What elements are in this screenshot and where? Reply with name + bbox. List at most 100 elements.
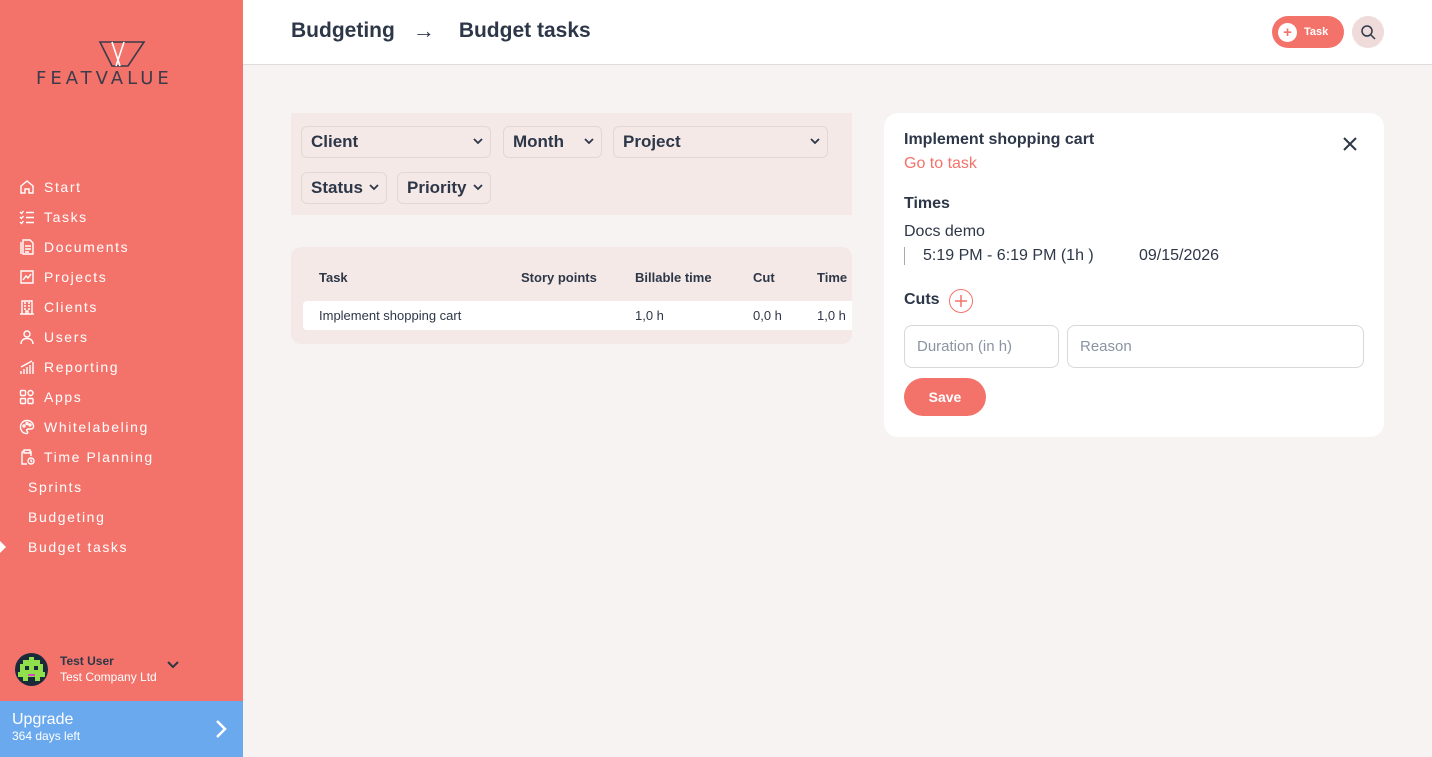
apps-icon xyxy=(18,388,36,406)
add-cut-button[interactable] xyxy=(949,289,973,313)
cell-cut: 0,0 h xyxy=(753,308,782,323)
sidebar: FEATVALUE Start Tasks Documents Projects… xyxy=(0,0,243,757)
logo-text: FEATVALUE xyxy=(36,68,173,89)
sidebar-item-time-planning[interactable]: Time Planning xyxy=(0,442,243,472)
cell-time: 1,0 h xyxy=(817,308,846,323)
cell-billable-time: 1,0 h xyxy=(635,308,664,323)
documents-icon xyxy=(18,238,36,256)
sidebar-item-label: Tasks xyxy=(44,209,88,225)
sidebar-item-apps[interactable]: Apps xyxy=(0,382,243,412)
sidebar-item-clients[interactable]: Clients xyxy=(0,292,243,322)
column-header-billable-time[interactable]: Billable time xyxy=(635,270,712,285)
tasks-icon xyxy=(18,208,36,226)
save-button[interactable]: Save xyxy=(904,378,986,416)
sidebar-item-documents[interactable]: Documents xyxy=(0,232,243,262)
close-icon[interactable] xyxy=(1342,136,1358,157)
sidebar-subitem-sprints[interactable]: Sprints xyxy=(0,472,243,502)
cell-task: Implement shopping cart xyxy=(319,308,462,323)
search-button[interactable] xyxy=(1352,16,1384,48)
home-icon xyxy=(18,178,36,196)
user-name: Test User xyxy=(60,654,114,668)
client-select-value: Client xyxy=(311,132,359,151)
client-select[interactable]: Client xyxy=(301,126,491,158)
sidebar-item-label: Apps xyxy=(44,389,83,405)
user-menu[interactable]: Test User Test Company Ltd xyxy=(15,651,230,687)
sidebar-item-tasks[interactable]: Tasks xyxy=(0,202,243,232)
project-select-value: Project xyxy=(623,132,681,151)
chevron-down-icon xyxy=(473,184,483,191)
projects-icon xyxy=(18,268,36,286)
logo-mark-icon xyxy=(98,41,146,67)
table-row[interactable]: Implement shopping cart 1,0 h 0,0 h 1,0 … xyxy=(303,301,852,330)
column-header-task[interactable]: Task xyxy=(319,270,348,285)
sidebar-item-label: Budget tasks xyxy=(28,539,129,555)
clipboard-clock-icon xyxy=(18,448,36,466)
breadcrumb-budgeting[interactable]: Budgeting xyxy=(291,19,395,43)
chevron-down-icon[interactable] xyxy=(167,656,179,674)
sidebar-subitem-budget-tasks[interactable]: Budget tasks xyxy=(0,532,243,562)
sidebar-item-reporting[interactable]: Reporting xyxy=(0,352,243,382)
priority-select[interactable]: Priority xyxy=(397,172,491,204)
sidebar-item-label: Time Planning xyxy=(44,449,154,465)
sidebar-item-projects[interactable]: Projects xyxy=(0,262,243,292)
sidebar-item-whitelabeling[interactable]: Whitelabeling xyxy=(0,412,243,442)
budget-tasks-table: Task Story points Billable time Cut Time… xyxy=(291,247,852,344)
sidebar-item-label: Clients xyxy=(44,299,98,315)
sidebar-item-start[interactable]: Start xyxy=(0,172,243,202)
time-entry-date: 09/15/2026 xyxy=(1139,247,1220,264)
breadcrumb-budget-tasks: Budget tasks xyxy=(458,19,591,42)
top-header: Budgeting → Budget tasks + Task xyxy=(243,0,1432,65)
month-select[interactable]: Month xyxy=(503,126,602,158)
sidebar-item-label: Projects xyxy=(44,269,108,285)
palette-icon xyxy=(18,418,36,436)
upgrade-days-left: 364 days left xyxy=(12,729,81,743)
sidebar-item-label: Reporting xyxy=(44,359,120,375)
go-to-task-link[interactable]: Go to task xyxy=(904,155,977,173)
task-detail-panel: Implement shopping cart Go to task Times… xyxy=(884,113,1384,437)
add-task-label: Task xyxy=(1304,26,1329,38)
chevron-down-icon xyxy=(584,138,594,145)
upgrade-title: Upgrade xyxy=(12,711,74,728)
search-icon xyxy=(1361,25,1376,40)
task-title: Implement shopping cart xyxy=(904,131,1095,148)
time-entry-range: 5:19 PM - 6:19 PM (1h ) xyxy=(904,247,1094,265)
user-company: Test Company Ltd xyxy=(60,670,157,684)
times-heading: Times xyxy=(904,195,950,212)
users-icon xyxy=(18,328,36,346)
sidebar-item-users[interactable]: Users xyxy=(0,322,243,352)
chevron-down-icon xyxy=(473,138,483,145)
reason-input[interactable] xyxy=(1067,325,1364,368)
active-marker-icon xyxy=(0,541,6,553)
chevron-down-icon xyxy=(810,138,820,145)
sidebar-subitem-budgeting[interactable]: Budgeting xyxy=(0,502,243,532)
upgrade-banner[interactable]: Upgrade 364 days left xyxy=(0,701,243,757)
plus-icon: + xyxy=(1278,22,1297,42)
add-task-button[interactable]: + Task xyxy=(1272,16,1344,48)
cuts-heading: Cuts xyxy=(904,291,940,308)
pixel-avatar-icon xyxy=(18,656,45,681)
sidebar-nav: Start Tasks Documents Projects Clients U… xyxy=(0,172,243,562)
sidebar-item-label: Sprints xyxy=(28,479,83,495)
status-select[interactable]: Status xyxy=(301,172,387,204)
sidebar-item-label: Documents xyxy=(44,239,130,255)
sidebar-item-label: Whitelabeling xyxy=(44,419,149,435)
column-header-cut[interactable]: Cut xyxy=(753,270,775,285)
plus-icon xyxy=(955,295,967,307)
user-info: Test User Test Company Ltd xyxy=(60,653,157,685)
column-header-story-points[interactable]: Story points xyxy=(521,270,597,285)
sidebar-item-label: Users xyxy=(44,329,89,345)
avatar xyxy=(15,652,48,686)
clients-icon xyxy=(18,298,36,316)
sidebar-item-label: Start xyxy=(44,179,82,195)
filter-bar: Client Month Project Status Priority xyxy=(291,113,852,215)
status-select-value: Status xyxy=(311,178,363,197)
time-entry-name: Docs demo xyxy=(904,223,985,240)
reporting-icon xyxy=(18,358,36,376)
project-select[interactable]: Project xyxy=(613,126,828,158)
chevron-down-icon xyxy=(369,184,379,191)
sidebar-item-label: Budgeting xyxy=(28,509,106,525)
priority-select-value: Priority xyxy=(407,178,467,197)
duration-input[interactable] xyxy=(904,325,1059,368)
featvalue-logo[interactable]: FEATVALUE xyxy=(36,40,211,90)
column-header-time[interactable]: Time xyxy=(817,270,847,285)
